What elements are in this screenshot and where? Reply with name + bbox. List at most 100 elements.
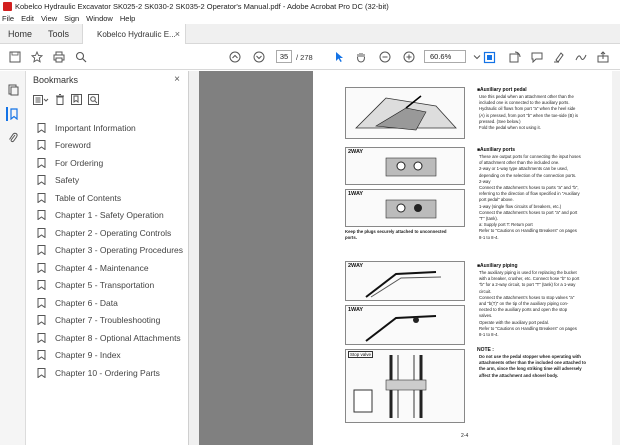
bookmark-icon: [37, 175, 46, 186]
bookmark-icon: [37, 332, 46, 343]
bookmark-icon: [37, 280, 46, 291]
bookmark-item[interactable]: For Ordering: [37, 154, 183, 172]
zoom-in-icon[interactable]: [402, 50, 416, 64]
rotate-icon[interactable]: [508, 50, 522, 64]
bookmark-icon: [37, 140, 46, 151]
menu-edit[interactable]: Edit: [21, 14, 34, 23]
bookmark-item[interactable]: Chapter 2 - Operating Controls: [37, 224, 183, 242]
menu-file[interactable]: File: [2, 14, 14, 23]
bookmark-label: Table of Contents: [55, 192, 122, 203]
bookmark-item[interactable]: Chapter 4 - Maintenance: [37, 259, 183, 277]
zoom-out-icon[interactable]: [378, 50, 392, 64]
panel-splitter[interactable]: [189, 71, 199, 445]
plug-note: Keep the plugs securely attached to unco…: [345, 229, 447, 241]
section-text-auxiliary-piping: The auxiliary piping is used for replaci…: [479, 270, 580, 338]
delete-bookmark-icon[interactable]: [55, 92, 65, 110]
previous-page-icon[interactable]: [228, 50, 242, 64]
bookmark-item[interactable]: Chapter 5 - Transportation: [37, 277, 183, 295]
figure-2way-piping: 2WAY: [345, 261, 465, 301]
bookmarks-close-icon[interactable]: ×: [174, 74, 180, 85]
bookmark-icon: [37, 297, 46, 308]
figure-2way-piping-label: 2WAY: [348, 263, 364, 269]
menu-bar: File Edit View Sign Window Help: [0, 12, 620, 24]
highlight-icon[interactable]: [552, 50, 566, 64]
bookmark-label: Chapter 5 - Transportation: [55, 280, 155, 291]
bookmark-label: For Ordering: [55, 157, 104, 168]
bookmark-icon: [37, 157, 46, 168]
bookmark-item[interactable]: Table of Contents: [37, 189, 183, 207]
figure-1way: 1WAY: [345, 189, 465, 227]
bookmarks-toolbar: [33, 93, 99, 109]
bookmarks-panel: Bookmarks × Important Information Forewo…: [27, 71, 189, 445]
page-number-footer: 2-4: [461, 433, 469, 439]
find-bookmark-icon[interactable]: [88, 92, 99, 110]
zoom-level-input[interactable]: 60.6%: [424, 50, 466, 63]
section-title-auxiliary-port-pedal: ■Auxiliary port pedal: [477, 87, 527, 93]
find-icon[interactable]: [74, 50, 88, 64]
bookmark-label: Chapter 8 - Optional Attachments: [55, 332, 181, 343]
bookmark-label: Chapter 2 - Operating Controls: [55, 227, 172, 238]
bookmark-item[interactable]: Foreword: [37, 137, 183, 155]
bookmark-item[interactable]: Chapter 10 - Ordering Parts: [37, 364, 183, 382]
bookmark-star-icon[interactable]: [30, 50, 44, 64]
bookmark-item[interactable]: Chapter 7 - Troubleshooting: [37, 312, 183, 330]
figure-stop-valve: Stop valve: [345, 349, 465, 423]
bookmark-label: Foreword: [55, 140, 91, 151]
bookmark-icon: [37, 122, 46, 133]
comment-icon[interactable]: [530, 50, 544, 64]
section-title-auxiliary-ports: ■Auxiliary ports: [477, 147, 516, 153]
bookmark-icon: [37, 210, 46, 221]
note-title: NOTE :: [477, 347, 494, 353]
note-text: Do not use the pedal stopper when operat…: [479, 354, 586, 378]
bookmark-item[interactable]: Important Information: [37, 119, 183, 137]
next-page-icon[interactable]: [252, 50, 266, 64]
options-menu-icon[interactable]: [33, 92, 49, 110]
bookmark-label: Safety: [55, 175, 80, 186]
select-cursor-icon[interactable]: [332, 50, 346, 64]
bookmark-label: Chapter 9 - Index: [55, 350, 121, 361]
bookmark-label: Chapter 1 - Safety Operation: [55, 210, 164, 221]
menu-window[interactable]: Window: [86, 14, 113, 23]
tab-close-icon[interactable]: ×: [175, 29, 180, 39]
section-text-auxiliary-port-pedal: Use this pedal when an attachment other …: [479, 94, 579, 131]
bookmark-icon: [37, 262, 46, 273]
figure-2way: 2WAY: [345, 147, 465, 185]
bookmark-item[interactable]: Safety: [37, 172, 183, 190]
attachments-icon[interactable]: [6, 131, 20, 145]
page-thumbnails-icon[interactable]: [6, 83, 20, 97]
window-title: Kobelco Hydraulic Excavator SK025-2 SK03…: [15, 1, 389, 11]
share-icon[interactable]: [596, 50, 610, 64]
bookmark-item[interactable]: Chapter 9 - Index: [37, 347, 183, 365]
new-bookmark-icon[interactable]: [71, 92, 82, 110]
figure-1way-label: 1WAY: [348, 191, 364, 197]
bookmarks-panel-icon[interactable]: [6, 107, 20, 121]
save-icon[interactable]: [8, 50, 22, 64]
tab-home[interactable]: Home: [8, 24, 32, 44]
tab-tools[interactable]: Tools: [48, 24, 69, 44]
bookmark-label: Chapter 3 - Operating Procedures: [55, 245, 184, 256]
figure-1way-piping: 1WAY: [345, 305, 465, 345]
tab-document[interactable]: Kobelco Hydraulic E... ×: [82, 24, 186, 44]
menu-view[interactable]: View: [41, 14, 57, 23]
tab-bar: Home Tools Kobelco Hydraulic E... ×: [0, 24, 620, 44]
figure-2way-label: 2WAY: [348, 149, 364, 155]
bookmark-item[interactable]: Chapter 1 - Safety Operation: [37, 207, 183, 225]
section-title-auxiliary-piping: ■Auxiliary piping: [477, 263, 518, 269]
sign-icon[interactable]: [574, 50, 588, 64]
vertical-scrollbar[interactable]: [612, 71, 620, 445]
bookmark-item[interactable]: Chapter 6 - Data: [37, 294, 183, 312]
print-icon[interactable]: [52, 50, 66, 64]
bookmark-icon: [37, 367, 46, 378]
bookmark-item[interactable]: Chapter 8 - Optional Attachments: [37, 329, 183, 347]
bookmark-label: Important Information: [55, 122, 136, 133]
bookmark-label: Chapter 10 - Ordering Parts: [55, 367, 160, 378]
figure-pedal: [345, 87, 465, 139]
menu-sign[interactable]: Sign: [64, 14, 79, 23]
hand-tool-icon[interactable]: [354, 50, 368, 64]
bookmark-icon: [37, 350, 46, 361]
menu-help[interactable]: Help: [120, 14, 135, 23]
bookmark-label: Chapter 4 - Maintenance: [55, 262, 149, 273]
bookmark-item[interactable]: Chapter 3 - Operating Procedures: [37, 242, 183, 260]
page-number-input[interactable]: 35: [276, 50, 292, 63]
fit-page-icon[interactable]: [482, 50, 496, 64]
